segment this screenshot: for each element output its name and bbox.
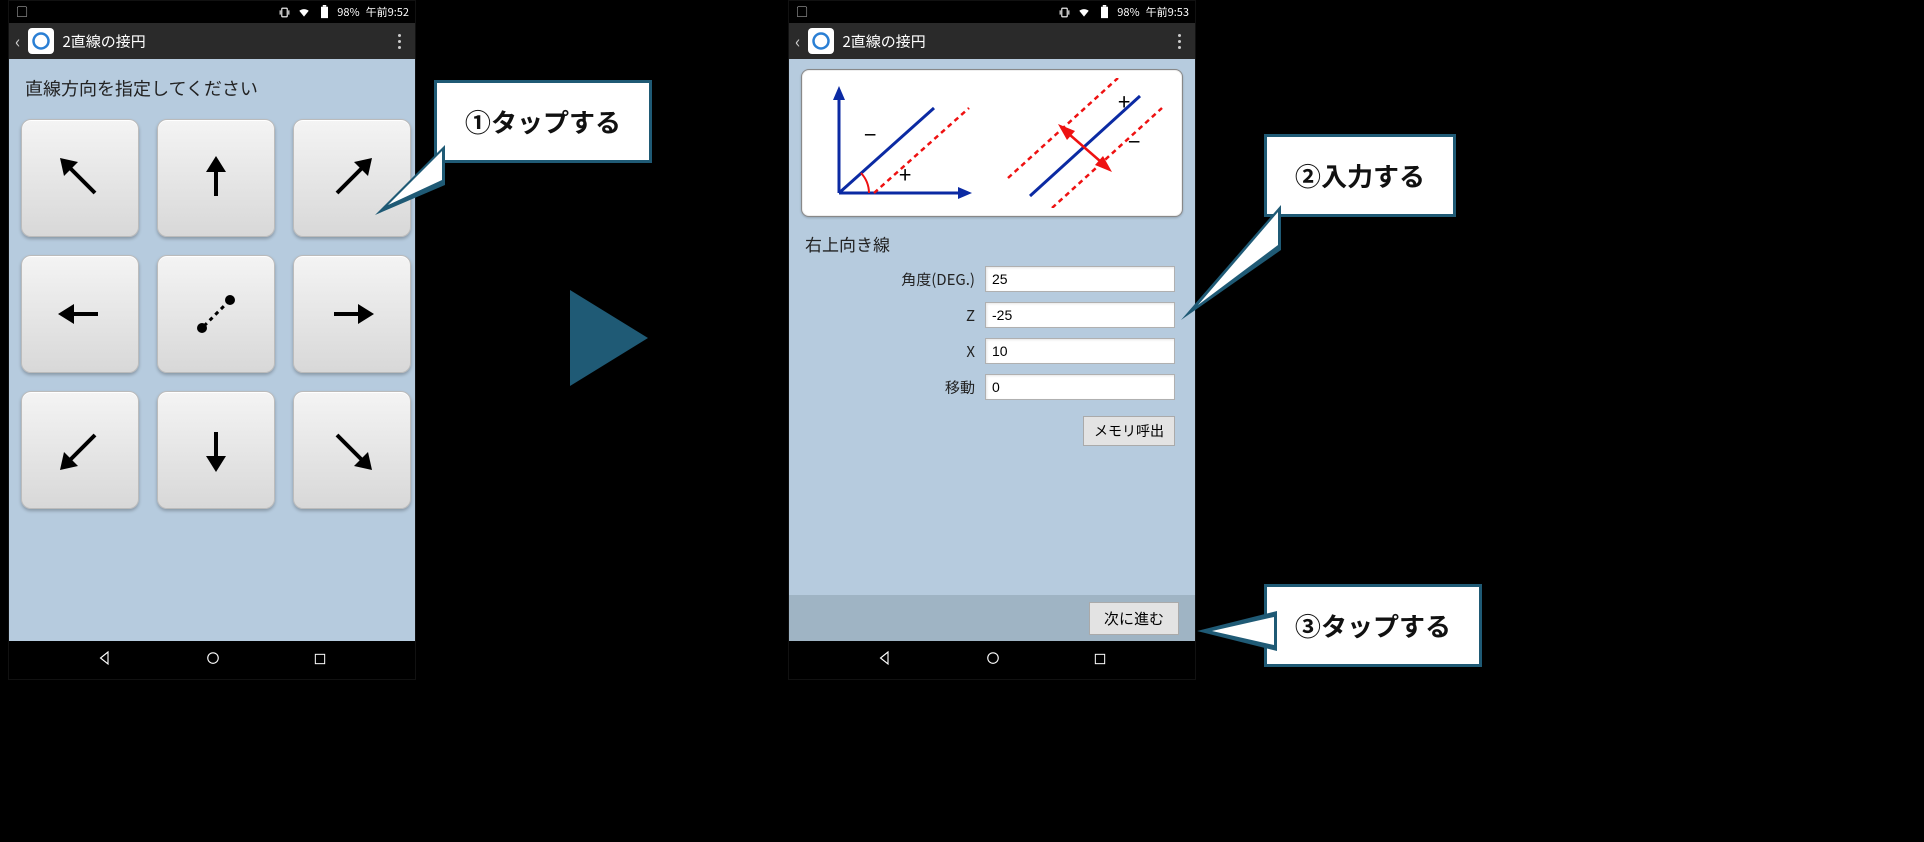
- back-icon[interactable]: ‹: [15, 28, 20, 54]
- nav-recent-icon[interactable]: [312, 648, 328, 672]
- callout-2: ②入力する: [1264, 134, 1456, 217]
- next-button[interactable]: 次に進む: [1089, 602, 1179, 635]
- dir-btn-down-right[interactable]: [293, 391, 411, 509]
- dir-btn-up-left[interactable]: [21, 119, 139, 237]
- app-title: 2直線の接円: [842, 31, 1161, 52]
- nav-back-icon[interactable]: [96, 648, 114, 672]
- instruction-text: 直線方向を指定してください: [21, 69, 403, 119]
- svg-text:+: +: [1118, 85, 1130, 117]
- dir-btn-down-left[interactable]: [21, 391, 139, 509]
- picture-icon: ▢: [15, 5, 29, 19]
- dir-btn-diagonal-points[interactable]: [157, 255, 275, 373]
- picture-icon: ▢: [795, 5, 809, 19]
- svg-text:−: −: [1128, 125, 1140, 157]
- x-label: X: [835, 341, 975, 362]
- vibrate-icon: [1057, 5, 1071, 19]
- clock-time: 午前9:53: [1146, 4, 1189, 20]
- callout-2-pointer-icon: [1176, 200, 1286, 330]
- z-field[interactable]: [985, 302, 1175, 328]
- form-row-angle: 角度(DEG.): [801, 266, 1183, 292]
- line-direction-heading: 右上向き線: [805, 231, 1179, 256]
- bottom-action-bar: 次に進む: [789, 595, 1195, 641]
- battery-icon: [317, 5, 331, 19]
- status-bar: ▢ 98% 午前9:53: [789, 1, 1195, 23]
- android-nav-bar: [789, 641, 1195, 679]
- z-label: Z: [835, 305, 975, 326]
- app-logo-icon: [808, 28, 834, 54]
- form-row-x: X: [801, 338, 1183, 364]
- callout-1-pointer-icon: [370, 140, 450, 230]
- wifi-icon: [297, 5, 311, 19]
- screen-body-2: − + + − 右上向き線 角度(DEG.) Z X: [789, 59, 1195, 641]
- callout-1-text: ①タップする: [465, 103, 621, 140]
- app-title: 2直線の接円: [62, 31, 381, 52]
- overflow-menu-icon[interactable]: [389, 34, 409, 49]
- x-field[interactable]: [985, 338, 1175, 364]
- status-bar: ▢ 98% 午前9:52: [9, 1, 415, 23]
- dir-btn-down[interactable]: [157, 391, 275, 509]
- memory-recall-button[interactable]: メモリ呼出: [1083, 416, 1175, 446]
- svg-text:−: −: [864, 118, 876, 150]
- nav-home-icon[interactable]: [204, 648, 222, 672]
- diagram-panel: − + + −: [801, 69, 1183, 217]
- wifi-icon: [1077, 5, 1091, 19]
- angle-label: 角度(DEG.): [835, 269, 975, 290]
- callout-2-text: ②入力する: [1295, 157, 1425, 194]
- form-row-z: Z: [801, 302, 1183, 328]
- transition-arrow-icon: [570, 290, 648, 386]
- move-field[interactable]: [985, 374, 1175, 400]
- dir-btn-left[interactable]: [21, 255, 139, 373]
- move-label: 移動: [835, 377, 975, 398]
- battery-icon: [1097, 5, 1111, 19]
- screen-body-1: 直線方向を指定してください: [9, 59, 415, 641]
- nav-home-icon[interactable]: [984, 648, 1002, 672]
- clock-time: 午前9:52: [366, 4, 409, 20]
- form-row-move: 移動: [801, 374, 1183, 400]
- callout-1: ①タップする: [434, 80, 652, 163]
- battery-percent: 98%: [1117, 4, 1139, 20]
- dir-btn-right[interactable]: [293, 255, 411, 373]
- offset-diagram-icon: + −: [1000, 78, 1170, 208]
- battery-percent: 98%: [337, 4, 359, 20]
- app-bar: ‹ 2直線の接円: [9, 23, 415, 59]
- svg-text:+: +: [899, 158, 911, 190]
- dir-btn-up[interactable]: [157, 119, 275, 237]
- phone-screen-1: ▢ 98% 午前9:52 ‹ 2直線の接円 直線方向を指定してください: [8, 0, 416, 680]
- callout-3-text: ③タップする: [1295, 607, 1451, 644]
- direction-grid: [21, 119, 403, 509]
- vibrate-icon: [277, 5, 291, 19]
- angle-diagram-icon: − +: [814, 78, 984, 208]
- back-icon[interactable]: ‹: [795, 28, 800, 54]
- angle-field[interactable]: [985, 266, 1175, 292]
- nav-recent-icon[interactable]: [1092, 648, 1108, 672]
- callout-3-pointer-icon: [1192, 606, 1282, 656]
- phone-screen-2: ▢ 98% 午前9:53 ‹ 2直線の接円: [788, 0, 1196, 680]
- android-nav-bar: [9, 641, 415, 679]
- app-logo-icon: [28, 28, 54, 54]
- overflow-menu-icon[interactable]: [1169, 34, 1189, 49]
- callout-3: ③タップする: [1264, 584, 1482, 667]
- nav-back-icon[interactable]: [876, 648, 894, 672]
- app-bar: ‹ 2直線の接円: [789, 23, 1195, 59]
